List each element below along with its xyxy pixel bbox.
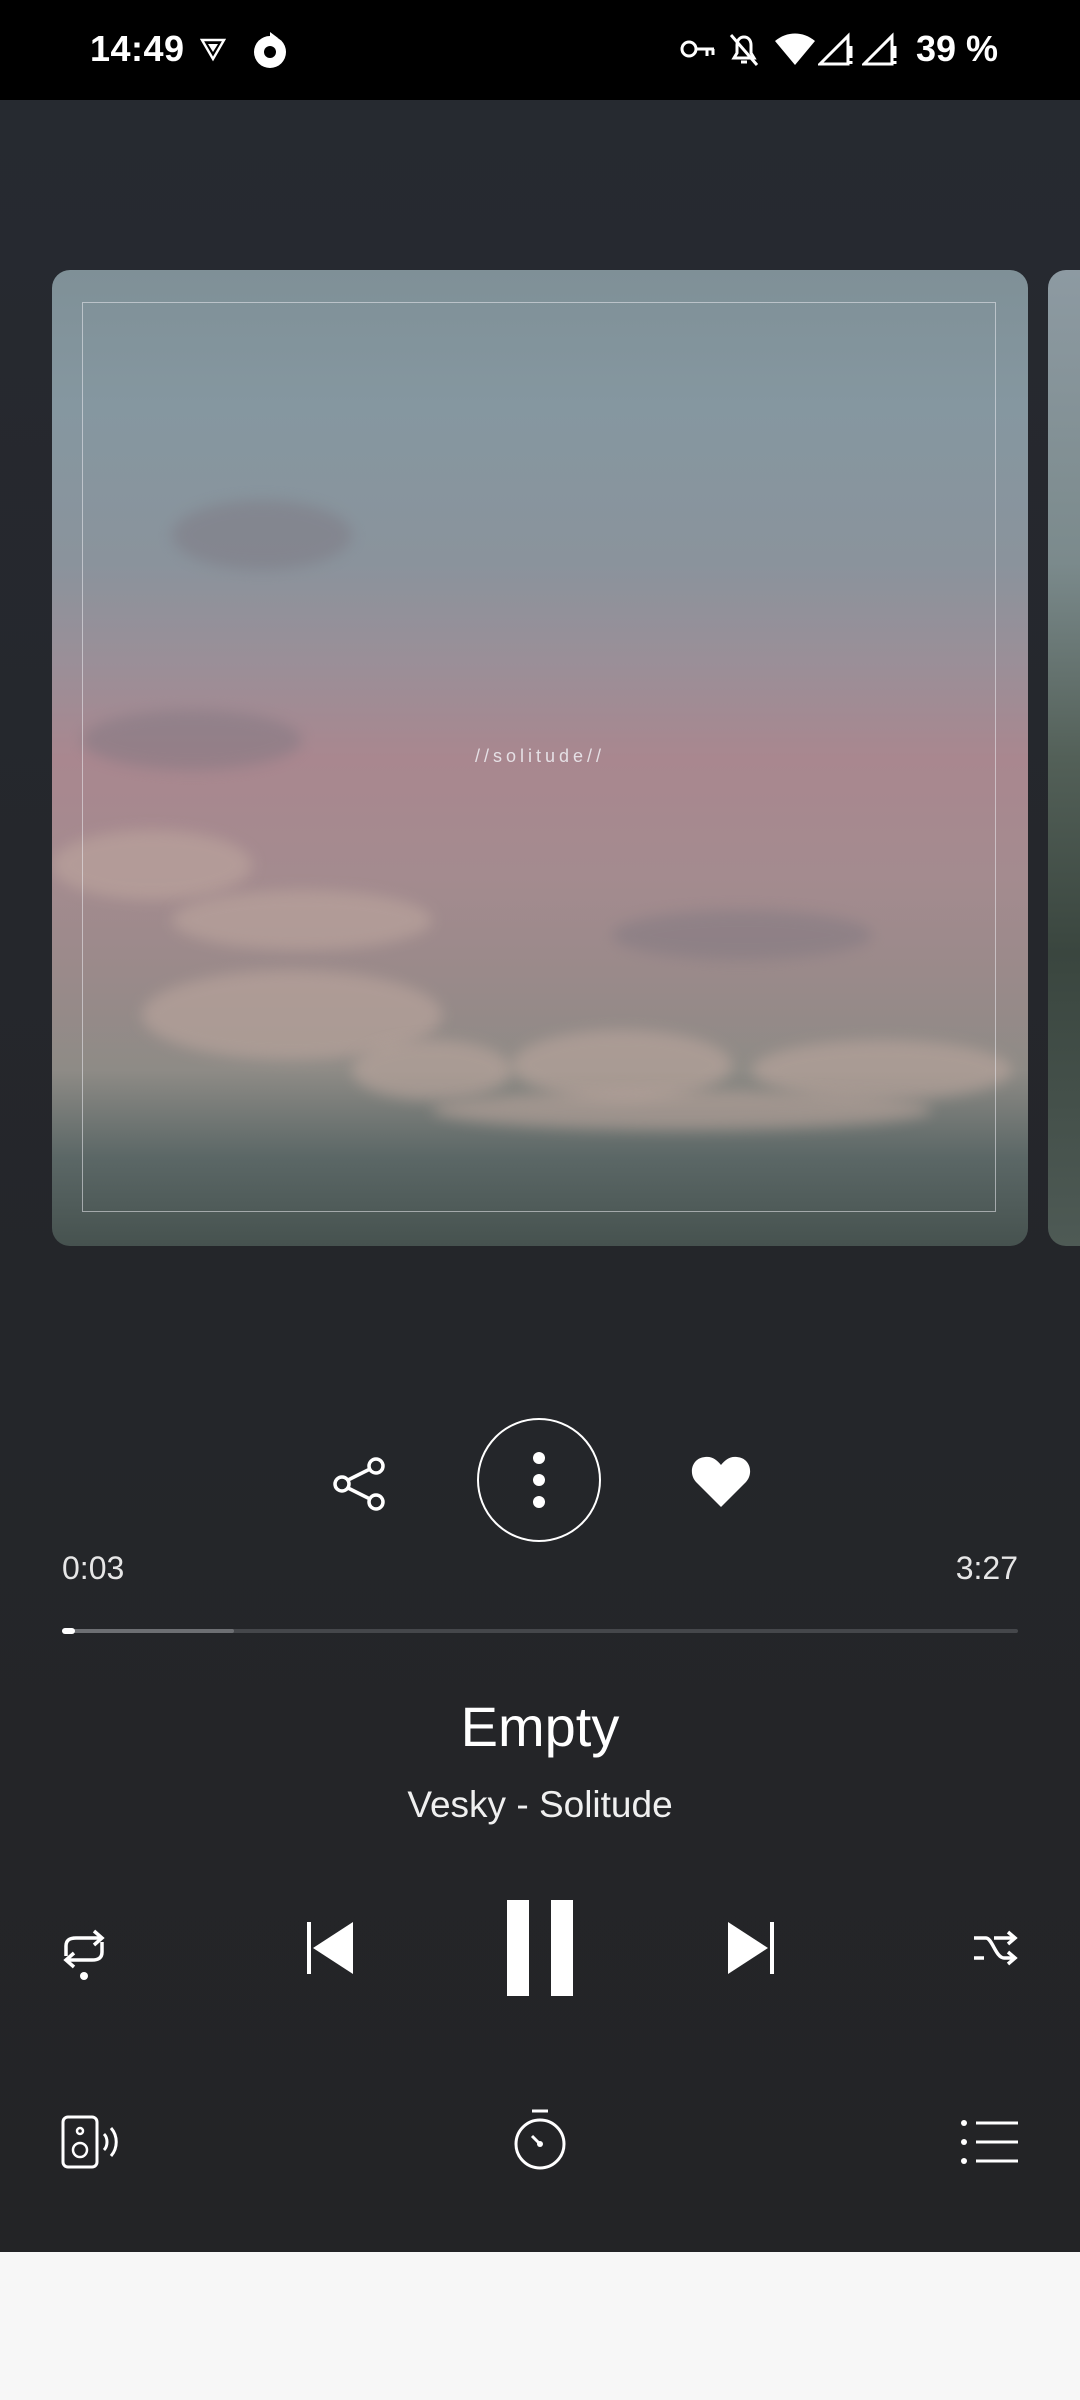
pause-icon[interactable] [505,1898,575,1998]
skip-next-icon[interactable] [724,1920,776,1976]
seek-played [62,1628,76,1634]
seek-buffered [62,1629,235,1633]
favorite-button[interactable] [690,1454,752,1510]
refresh-circle-icon [254,32,286,68]
more-options-button[interactable] [477,1418,601,1542]
signal-icon [818,32,853,66]
wifi-icon [775,33,815,65]
shuffle-icon[interactable] [972,1928,1018,1968]
vpn-shield-icon [200,38,226,62]
seek-bar[interactable] [62,1628,1018,1634]
total-duration: 3:27 [955,1550,1018,1586]
status-bar: 14:49 39 % [0,0,1080,100]
player-screen: 14:49 39 % //solitude// 0:03 3:27 Empty … [0,0,1080,2252]
album-art-caption: //solitude// [474,746,606,766]
cast-speaker-icon[interactable] [60,2114,124,2170]
album-art[interactable]: //solitude// [52,270,1028,1246]
next-album-art-peek[interactable] [1048,270,1080,1246]
notifications-off-icon [729,34,759,66]
share-icon[interactable] [328,1452,392,1516]
elapsed-time: 0:03 [62,1550,125,1586]
skip-previous-icon[interactable] [305,1920,357,1976]
sleep-timer-icon[interactable] [512,2108,568,2172]
track-title: Empty [460,1695,620,1758]
key-icon [680,40,715,58]
status-time: 14:49 [90,28,185,69]
track-artist-album[interactable]: Vesky - Solitude [0,1784,1080,1826]
battery-level: 39 % [916,28,999,69]
queue-icon[interactable] [960,2118,1020,2166]
more-vertical-icon [533,1452,545,1508]
repeat-icon[interactable] [58,1928,110,1982]
signal-icon [862,32,897,66]
